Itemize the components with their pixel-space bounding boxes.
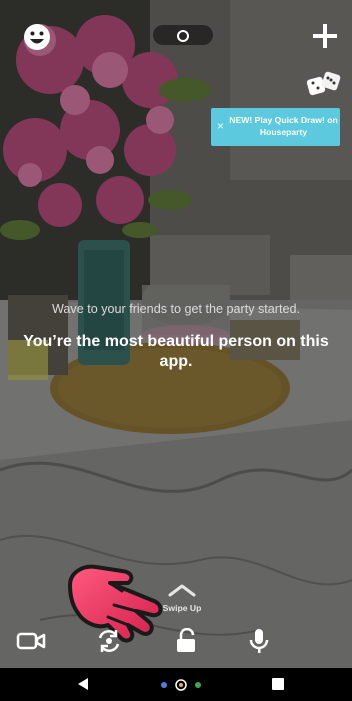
microphone-icon[interactable] [244,628,274,654]
system-nav-bar [0,668,352,701]
compliment-text: You’re the most beautiful person on this… [23,333,329,370]
promo-text: NEW! Play Quick Draw! on Houseparty [229,115,338,137]
unlock-icon[interactable] [172,628,202,654]
video-camera-icon[interactable] [16,628,46,654]
recents-square-icon[interactable] [272,678,284,690]
home-dots-icon[interactable] [158,679,204,691]
flip-camera-icon[interactable] [94,628,124,654]
room-indicator[interactable] [153,25,213,45]
promo-banner[interactable]: × NEW! Play Quick Draw! on Houseparty [211,108,340,146]
close-icon[interactable]: × [217,119,224,133]
wave-hint-text: Wave to your friends to get the party st… [51,302,301,316]
back-triangle-icon[interactable] [76,677,90,691]
circle-icon [177,30,189,42]
dice-icon[interactable] [305,70,343,100]
plus-icon[interactable] [311,22,339,50]
smiley-face-icon[interactable] [22,22,52,52]
